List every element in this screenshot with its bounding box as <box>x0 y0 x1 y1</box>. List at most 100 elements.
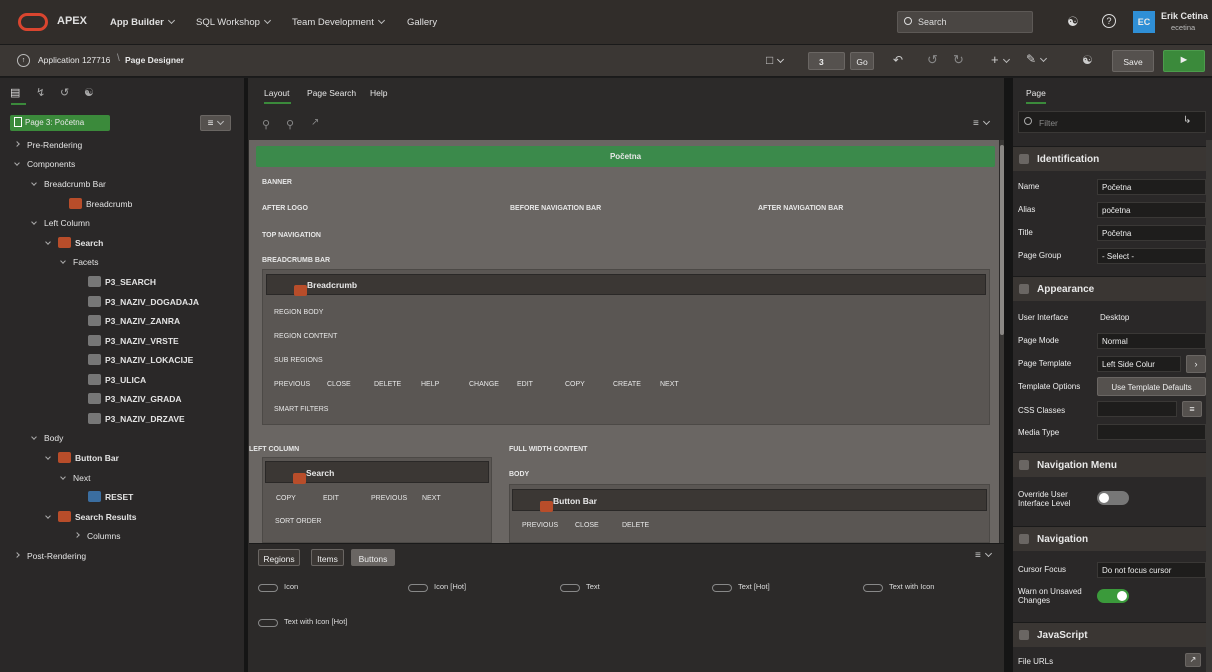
tree-item[interactable]: P3_NAZIV_ZANRA <box>88 315 180 327</box>
redo-icon[interactable]: ↻ <box>953 52 964 68</box>
tree-item[interactable]: P3_NAZIV_DOGADAJA <box>88 296 199 308</box>
gallery-menu-icon[interactable]: ≡ <box>975 549 992 561</box>
section-identification[interactable]: Identification <box>1013 146 1206 171</box>
people-icon[interactable]: ☯ <box>1067 14 1079 30</box>
tree-components[interactable]: Components <box>14 159 75 169</box>
page-title-region[interactable]: Početna <box>256 146 995 167</box>
breadcrumb-region-header[interactable]: Breadcrumb <box>266 274 986 297</box>
tree-search-results[interactable]: Search Results <box>45 511 136 523</box>
tree-left-column[interactable]: Left Column <box>31 218 90 228</box>
up-arrow-icon[interactable]: ↑ <box>17 54 30 67</box>
tree-post-rendering[interactable]: Post-Rendering <box>14 551 86 561</box>
button-bar-header[interactable]: Button Bar <box>512 489 987 513</box>
tree-body[interactable]: Body <box>31 433 63 443</box>
breadcrumb-app[interactable]: Application 127716 <box>38 55 110 65</box>
nav-app-builder[interactable]: App Builder <box>110 16 175 28</box>
page-mode-select[interactable]: Normal <box>1097 333 1206 349</box>
sort-order-label: SORT ORDER <box>275 518 322 525</box>
tree-item[interactable]: P3_NAZIV_DRZAVE <box>88 413 185 425</box>
section-navigation[interactable]: Navigation <box>1013 526 1206 551</box>
tree-search-region[interactable]: Search <box>45 237 103 249</box>
name-field[interactable]: Početna <box>1097 179 1206 195</box>
tree-breadcrumb[interactable]: Breadcrumb <box>69 198 132 210</box>
dynamic-actions-icon[interactable]: ↯ <box>36 86 45 99</box>
nav-team-development[interactable]: Team Development <box>292 16 385 28</box>
tree-facets[interactable]: Facets <box>60 257 99 267</box>
alias-field[interactable]: početna <box>1097 202 1206 218</box>
page-icon[interactable]: □ <box>766 53 785 67</box>
gallery-tab-buttons[interactable]: Buttons <box>351 549 395 566</box>
tree-item[interactable]: P3_NAZIV_LOKACIJE <box>88 354 193 366</box>
help-icon[interactable]: ? <box>1102 14 1116 28</box>
run-page-button[interactable]: ► <box>1163 50 1205 72</box>
shared-icon[interactable]: ☯ <box>84 86 94 99</box>
tree-reset-button[interactable]: RESET <box>88 491 133 503</box>
title-field[interactable]: Početna <box>1097 225 1206 241</box>
tree-button-bar[interactable]: Button Bar <box>45 452 119 464</box>
zoom-in-icon[interactable]: ⚲ <box>286 118 294 131</box>
gallery-tab-regions[interactable]: Regions <box>258 549 300 566</box>
template-options-button[interactable]: Use Template Defaults <box>1097 377 1206 396</box>
tab-page[interactable]: Page <box>1026 88 1046 98</box>
tree-item[interactable]: P3_SEARCH <box>88 276 156 288</box>
rendering-tab-icon[interactable]: ▤ <box>10 86 20 99</box>
expand-icon[interactable]: ↗ <box>311 117 319 128</box>
go-button[interactable]: Go <box>850 52 874 70</box>
page-group-select[interactable]: - Select - <box>1097 248 1206 264</box>
search-region-header[interactable]: Search <box>265 461 489 485</box>
page-node[interactable]: Page 3: Početna <box>10 115 110 131</box>
checkbox-group-icon <box>88 393 101 405</box>
user-login: ecetina <box>1171 23 1196 32</box>
undo-icon[interactable]: ↺ <box>927 52 938 68</box>
expand-editor-icon[interactable]: ↗ <box>1185 653 1201 667</box>
tab-page-search[interactable]: Page Search <box>307 88 356 98</box>
create-menu-icon[interactable]: + <box>991 52 1010 67</box>
search-input[interactable]: Search <box>897 11 1033 33</box>
page-number-input[interactable]: 3 <box>808 52 845 70</box>
filter-input[interactable]: Filter <box>1018 111 1206 133</box>
apex-logo[interactable] <box>18 13 48 31</box>
nav-sql-workshop[interactable]: SQL Workshop <box>196 16 271 28</box>
gallery-tab-items[interactable]: Items <box>311 549 344 566</box>
page-template-select[interactable]: Left Side Colur <box>1097 356 1181 372</box>
canvas-scrollbar[interactable] <box>1000 140 1004 543</box>
property-scrollbar[interactable] <box>1206 140 1212 672</box>
list-icon[interactable]: ≡ <box>1182 401 1202 417</box>
tab-layout[interactable]: Layout <box>264 88 290 98</box>
tab-help[interactable]: Help <box>370 88 387 98</box>
processing-icon[interactable]: ↺ <box>60 86 69 99</box>
tree-pre-rendering[interactable]: Pre-Rendering <box>14 140 82 150</box>
section-appearance[interactable]: Appearance <box>1013 276 1206 301</box>
override-toggle[interactable] <box>1097 491 1129 505</box>
top-bar: APEX App Builder SQL Workshop Team Devel… <box>0 0 1212 45</box>
utilities-icon[interactable]: ✎ <box>1026 52 1048 66</box>
warn-unsaved-toggle[interactable] <box>1097 589 1129 603</box>
template-go-button[interactable]: › <box>1186 355 1206 373</box>
static-content-icon <box>58 452 71 464</box>
section-navigation-menu[interactable]: Navigation Menu <box>1013 452 1206 477</box>
tree-next-position[interactable]: Next <box>60 473 90 483</box>
media-type-field[interactable] <box>1097 424 1206 440</box>
cursor-focus-select[interactable]: Do not focus cursor <box>1097 562 1206 578</box>
position-create: CREATE <box>613 381 641 388</box>
tree-columns[interactable]: Columns <box>74 531 121 541</box>
right-splitter[interactable] <box>1004 78 1013 672</box>
tree-item[interactable]: P3_ULICA <box>88 374 146 386</box>
css-classes-field[interactable] <box>1097 401 1177 417</box>
go-to-group-icon[interactable]: ↳ <box>1183 115 1191 126</box>
save-button[interactable]: Save <box>1112 50 1154 72</box>
layout-menu-icon[interactable]: ≡ <box>973 117 990 129</box>
shared-components-icon[interactable]: ☯ <box>1082 53 1093 67</box>
active-tab-indicator <box>11 103 26 105</box>
avatar[interactable]: EC <box>1133 11 1155 33</box>
tree-item[interactable]: P3_NAZIV_GRADA <box>88 393 182 405</box>
zoom-out-icon[interactable]: ⚲ <box>262 118 270 131</box>
name-label: Name <box>1018 182 1040 191</box>
lock-icon[interactable]: ↶ <box>893 53 903 67</box>
tree-item[interactable]: P3_NAZIV_VRSTE <box>88 335 179 347</box>
tree-breadcrumb-bar[interactable]: Breadcrumb Bar <box>31 179 106 189</box>
tree-menu-button[interactable]: ≡ <box>200 115 231 131</box>
position-previous: PREVIOUS <box>522 522 559 529</box>
section-javascript[interactable]: JavaScript <box>1013 622 1206 647</box>
nav-gallery[interactable]: Gallery <box>407 17 437 28</box>
